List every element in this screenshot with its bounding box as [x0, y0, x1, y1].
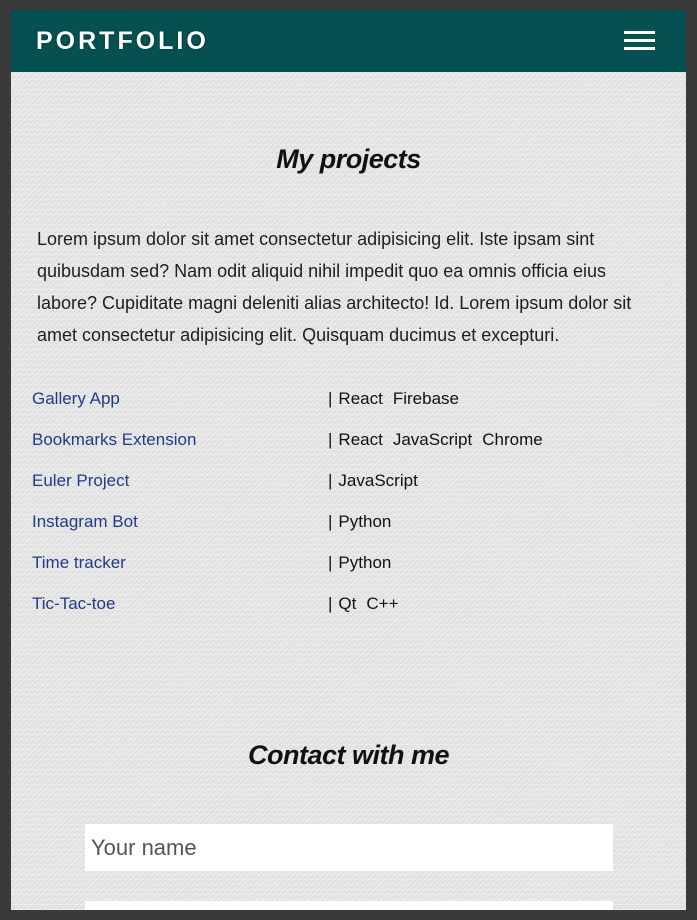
tech-separator: |: [328, 512, 333, 531]
tech-tag: React: [338, 430, 383, 449]
tech-tag: C++: [366, 594, 399, 613]
project-row: Bookmarks Extension | React JavaScript Chrom…: [11, 426, 686, 467]
project-techs: | React JavaScript Chrome: [328, 429, 553, 451]
projects-list: Gallery App | React Firebase Bookmarks Exten…: [11, 385, 686, 631]
project-techs: | React Firebase: [328, 388, 469, 410]
tech-separator: |: [328, 471, 333, 490]
email-field[interactable]: [85, 901, 613, 910]
projects-intro: Lorem ipsum dolor sit amet consectetur a…: [37, 229, 632, 345]
tech-tag: React: [338, 389, 383, 408]
project-techs: | Qt C++: [328, 593, 409, 615]
project-link[interactable]: Euler Project: [32, 470, 129, 492]
project-row: Euler Project | JavaScript: [11, 467, 686, 508]
project-row: Instagram Bot | Python: [11, 508, 686, 549]
tech-separator: |: [328, 430, 333, 449]
name-input[interactable]: [85, 824, 613, 871]
tech-tag: Firebase: [392, 389, 459, 408]
project-row: Gallery App | React Firebase: [11, 385, 686, 426]
tech-separator: |: [328, 389, 333, 408]
contact-title: Contact with me: [247, 740, 450, 770]
project-link[interactable]: Instagram Bot: [32, 511, 138, 533]
project-row: Time tracker | Python: [11, 549, 686, 590]
project-techs: | JavaScript: [328, 470, 428, 492]
project-link[interactable]: Tic-Tac-toe: [32, 593, 115, 615]
hamburger-menu-icon[interactable]: [614, 25, 664, 57]
tech-tag: Python: [338, 512, 392, 531]
project-techs: | Python: [328, 552, 401, 574]
navbar: PORTFOLIO: [11, 10, 686, 72]
project-row: Tic-Tac-toe | Qt C++: [11, 590, 686, 631]
tech-tag: JavaScript: [338, 471, 418, 490]
tech-tag: JavaScript: [392, 430, 473, 449]
projects-title: My projects: [276, 144, 421, 174]
tech-tag: Qt: [338, 594, 357, 613]
menu-bar: [624, 47, 655, 50]
tech-tag: Chrome: [482, 430, 543, 449]
project-link[interactable]: Bookmarks Extension: [32, 429, 196, 451]
project-techs: | Python: [328, 511, 401, 533]
menu-bar: [624, 39, 655, 42]
brand-logo[interactable]: PORTFOLIO: [36, 25, 209, 57]
menu-bar: [624, 31, 655, 34]
project-link[interactable]: Time tracker: [32, 552, 126, 574]
tech-separator: |: [328, 594, 333, 613]
page-frame: PORTFOLIO My projects Lorem ipsum dolor …: [11, 10, 686, 910]
project-link[interactable]: Gallery App: [32, 388, 120, 410]
tech-separator: |: [328, 553, 333, 572]
tech-tag: Python: [338, 553, 392, 572]
